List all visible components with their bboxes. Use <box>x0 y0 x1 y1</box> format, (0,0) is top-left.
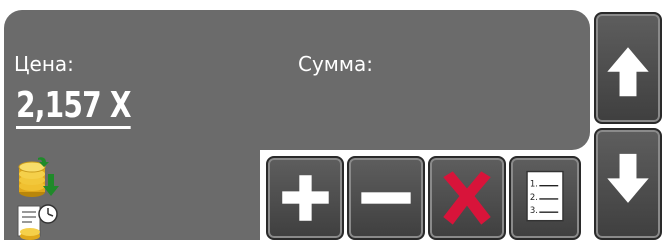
arrow-down-icon <box>607 153 649 203</box>
list-number-1: 1. <box>530 180 538 190</box>
report-clock-icon[interactable] <box>16 202 58 240</box>
scroll-up-button[interactable] <box>594 12 662 124</box>
minus-button[interactable] <box>347 156 425 240</box>
list-number-2: 2. <box>530 193 538 203</box>
delete-button[interactable] <box>428 156 506 240</box>
plus-button[interactable] <box>266 156 344 240</box>
pos-screen: Цена: Сумма: 2,157 X 1. 2. 3. <box>0 0 662 240</box>
sum-label: Сумма: <box>298 52 373 76</box>
coins-transfer-icon[interactable] <box>16 156 60 198</box>
arrow-up-icon <box>607 47 649 97</box>
price-label: Цена: <box>14 52 74 76</box>
minus-icon <box>361 192 411 204</box>
list-button[interactable]: 1. 2. 3. <box>509 156 581 240</box>
numbered-list-icon: 1. 2. 3. <box>526 170 564 222</box>
delete-x-icon <box>443 171 491 225</box>
list-number-3: 3. <box>530 206 538 216</box>
scroll-down-button[interactable] <box>594 128 662 240</box>
plus-icon <box>282 175 329 221</box>
price-value: 2,157 X <box>16 88 132 129</box>
